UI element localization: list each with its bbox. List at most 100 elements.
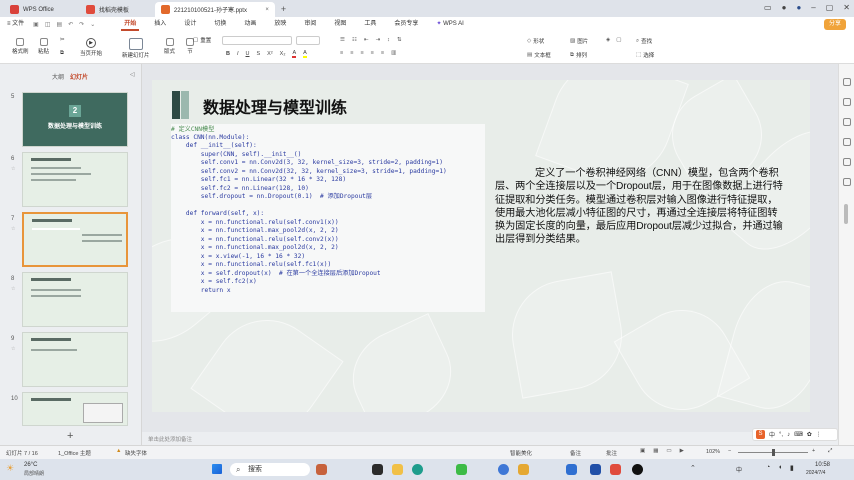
fit-window-icon[interactable]: ⤢ bbox=[828, 448, 832, 455]
taskbar-search[interactable]: ⌕ 搜索 bbox=[230, 463, 310, 476]
bullets-icon[interactable]: ☰ bbox=[340, 37, 345, 43]
theme-name[interactable]: 1_Office 主题 bbox=[58, 449, 91, 457]
align-center-icon[interactable]: ≡ bbox=[350, 50, 353, 56]
zoom-slider-thumb[interactable] bbox=[772, 449, 775, 456]
zoom-in-icon[interactable]: + bbox=[812, 448, 815, 454]
sogou-icon[interactable]: S bbox=[756, 430, 765, 439]
more-tools-icon[interactable] bbox=[843, 178, 851, 186]
font-color-icon[interactable]: A bbox=[292, 50, 297, 58]
line-spacing-icon[interactable]: ↕ bbox=[387, 37, 390, 43]
collapse-panel-icon[interactable]: ◁ bbox=[130, 71, 135, 78]
reset-button[interactable]: ▢ 重置 bbox=[188, 36, 211, 44]
animation-pane-icon[interactable] bbox=[843, 98, 851, 106]
vertical-scrollbar[interactable] bbox=[844, 204, 848, 224]
distribute-icon[interactable]: ≡ bbox=[381, 50, 384, 56]
task-view-icon[interactable] bbox=[372, 464, 383, 475]
underline-icon[interactable]: U bbox=[246, 51, 250, 57]
undo-icon[interactable]: ↶ bbox=[68, 21, 73, 28]
normal-view-icon[interactable]: ▣ bbox=[640, 448, 645, 454]
italic-icon[interactable]: I bbox=[237, 51, 239, 57]
slideshow-icon[interactable]: ▶ bbox=[680, 448, 684, 454]
shape-button[interactable]: ◇ 形状 bbox=[527, 37, 544, 45]
slide-thumbnail-6[interactable] bbox=[22, 152, 128, 207]
superscript-icon[interactable]: X² bbox=[267, 51, 273, 57]
edge-browser-icon[interactable] bbox=[412, 464, 423, 475]
menu-wps-ai[interactable]: ✦ WPS AI bbox=[427, 17, 472, 32]
menu-slideshow[interactable]: 放映 bbox=[265, 17, 295, 32]
menu-insert[interactable]: 插入 bbox=[145, 17, 175, 32]
browser-icon[interactable] bbox=[498, 464, 509, 475]
code-image[interactable]: # 定义CNN模型 class CNN(nn.Module): def __in… bbox=[171, 124, 485, 312]
tray-volume-icon[interactable]: ◖ bbox=[778, 464, 782, 471]
sorter-view-icon[interactable]: ▦ bbox=[653, 448, 658, 454]
paste-button[interactable]: 粘贴 bbox=[38, 38, 49, 55]
tab-outline[interactable]: 大纲 bbox=[52, 72, 64, 81]
new-slide-button[interactable]: 新建幻灯片 bbox=[122, 38, 150, 59]
wps-taskbar-icon[interactable] bbox=[610, 464, 621, 475]
menu-tools[interactable]: 工具 bbox=[355, 17, 385, 32]
slide[interactable]: 数据处理与模型训练 # 定义CNN模型 class CNN(nn.Module)… bbox=[152, 80, 810, 412]
wechat-icon[interactable] bbox=[456, 464, 467, 475]
cut-button[interactable]: ✂ bbox=[60, 37, 65, 43]
menu-transition[interactable]: 切换 bbox=[205, 17, 235, 32]
print-icon[interactable]: ▤ bbox=[57, 21, 63, 28]
ime-menu-icon[interactable]: ⋮ bbox=[816, 431, 822, 438]
file-explorer-icon[interactable] bbox=[392, 464, 403, 475]
properties-icon[interactable] bbox=[843, 78, 851, 86]
avatar[interactable]: ● bbox=[796, 3, 801, 12]
bold-icon[interactable]: B bbox=[226, 51, 230, 57]
share-button[interactable]: 分享 bbox=[823, 19, 846, 30]
app-icon[interactable] bbox=[590, 464, 601, 475]
indent-increase-icon[interactable]: ⇥ bbox=[375, 37, 380, 43]
missing-font[interactable]: 缺失字体 bbox=[125, 449, 147, 457]
menu-design[interactable]: 设计 bbox=[175, 17, 205, 32]
ime-punct-icon[interactable]: °, bbox=[779, 432, 783, 438]
find-button[interactable]: ⌕ 查找 bbox=[636, 37, 652, 46]
align-right-icon[interactable]: ≡ bbox=[360, 50, 363, 56]
ime-skin-icon[interactable]: ✿ bbox=[807, 431, 812, 438]
play-from-current-button[interactable]: ▶ 当页开始 bbox=[80, 38, 102, 57]
ime-lang[interactable]: 中 bbox=[769, 430, 775, 439]
text-direction-icon[interactable]: ⇅ bbox=[397, 37, 402, 43]
design-ideas-icon[interactable] bbox=[843, 138, 851, 146]
close-icon[interactable]: ✕ bbox=[843, 3, 850, 12]
description-textbox[interactable]: 定义了一个卷积神经网络（CNN）模型，包含两个卷积层、两个全连接层以及一个Dro… bbox=[495, 167, 783, 247]
slide-thumbnail-9[interactable] bbox=[22, 332, 128, 387]
add-slide-button[interactable]: + bbox=[67, 430, 73, 442]
copy-button[interactable]: ⧉ bbox=[60, 50, 64, 57]
font-size-select[interactable] bbox=[296, 36, 320, 45]
tray-lang[interactable]: 中 bbox=[736, 465, 742, 474]
export-icon[interactable]: ◫ bbox=[45, 21, 51, 28]
smart-beautify-button[interactable]: 智能美化 bbox=[510, 449, 532, 457]
font-name-select[interactable] bbox=[222, 36, 292, 45]
close-tab-icon[interactable]: × bbox=[265, 7, 269, 13]
columns-icon[interactable]: ▥ bbox=[391, 50, 396, 56]
new-tab-icon[interactable]: + bbox=[281, 4, 286, 14]
save-icon[interactable]: ▣ bbox=[33, 21, 39, 28]
tray-network-icon[interactable]: ◔ bbox=[766, 464, 770, 471]
justify-icon[interactable]: ≡ bbox=[371, 50, 374, 56]
slide-thumbnail-7[interactable] bbox=[22, 212, 128, 267]
search-highlight-icon[interactable] bbox=[316, 464, 327, 475]
notes-pane[interactable]: 单击此处添加备注 bbox=[142, 432, 838, 445]
transition-pane-icon[interactable] bbox=[843, 118, 851, 126]
menu-file[interactable]: ≡ 文件 bbox=[0, 17, 33, 32]
menu-member[interactable]: 会员专享 bbox=[385, 17, 427, 32]
highlight-icon[interactable]: A bbox=[303, 50, 307, 58]
ime-keyboard-icon[interactable]: ⌨ bbox=[794, 431, 803, 438]
slide-title[interactable]: 数据处理与模型训练 bbox=[203, 94, 347, 118]
menu-home[interactable]: 开始 bbox=[115, 17, 145, 32]
maximize-icon[interactable]: ▢ bbox=[826, 3, 834, 12]
zoom-out-icon[interactable]: − bbox=[728, 448, 731, 454]
notes-toggle[interactable]: 备注 bbox=[570, 449, 581, 457]
tray-chevron-icon[interactable]: ⌃ bbox=[690, 464, 696, 472]
redo-icon[interactable]: ↷ bbox=[79, 21, 84, 28]
comments-toggle[interactable]: 批注 bbox=[606, 449, 617, 457]
weather-temp[interactable]: 26°C bbox=[24, 462, 37, 468]
tab-template[interactable]: 找稻壳模板 bbox=[80, 2, 135, 17]
clock-time[interactable]: 10:58 bbox=[815, 462, 830, 468]
more-icon[interactable]: ⌄ bbox=[90, 21, 95, 28]
slide-thumbnail-8[interactable] bbox=[22, 272, 128, 327]
sidebar-toggle-icon[interactable]: ▭ bbox=[764, 3, 772, 12]
tab-wps-office[interactable]: WPS Office bbox=[4, 2, 60, 17]
